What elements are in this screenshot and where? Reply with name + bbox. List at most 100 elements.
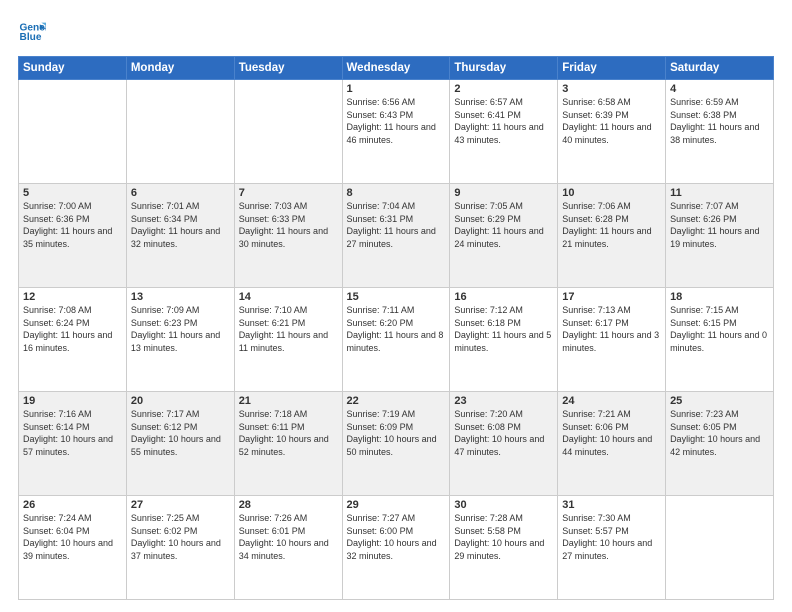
- day-info: Sunrise: 7:26 AM Sunset: 6:01 PM Dayligh…: [239, 512, 338, 562]
- svg-text:Blue: Blue: [20, 32, 42, 43]
- calendar-cell: 8Sunrise: 7:04 AM Sunset: 6:31 PM Daylig…: [342, 184, 450, 288]
- day-info: Sunrise: 7:15 AM Sunset: 6:15 PM Dayligh…: [670, 304, 769, 354]
- calendar-cell: 27Sunrise: 7:25 AM Sunset: 6:02 PM Dayli…: [126, 496, 234, 600]
- day-info: Sunrise: 7:25 AM Sunset: 6:02 PM Dayligh…: [131, 512, 230, 562]
- day-number: 5: [23, 187, 122, 199]
- calendar-cell: 21Sunrise: 7:18 AM Sunset: 6:11 PM Dayli…: [234, 392, 342, 496]
- day-info: Sunrise: 7:12 AM Sunset: 6:18 PM Dayligh…: [454, 304, 553, 354]
- calendar-cell: 25Sunrise: 7:23 AM Sunset: 6:05 PM Dayli…: [666, 392, 774, 496]
- day-number: 20: [131, 395, 230, 407]
- day-number: 10: [562, 187, 661, 199]
- day-number: 26: [23, 499, 122, 511]
- calendar-cell: 6Sunrise: 7:01 AM Sunset: 6:34 PM Daylig…: [126, 184, 234, 288]
- calendar-cell: 22Sunrise: 7:19 AM Sunset: 6:09 PM Dayli…: [342, 392, 450, 496]
- day-header-thursday: Thursday: [450, 57, 558, 80]
- day-info: Sunrise: 7:28 AM Sunset: 5:58 PM Dayligh…: [454, 512, 553, 562]
- day-info: Sunrise: 7:18 AM Sunset: 6:11 PM Dayligh…: [239, 408, 338, 458]
- day-number: 16: [454, 291, 553, 303]
- calendar-cell: 14Sunrise: 7:10 AM Sunset: 6:21 PM Dayli…: [234, 288, 342, 392]
- day-header-row: SundayMondayTuesdayWednesdayThursdayFrid…: [19, 57, 774, 80]
- day-header-monday: Monday: [126, 57, 234, 80]
- day-info: Sunrise: 7:23 AM Sunset: 6:05 PM Dayligh…: [670, 408, 769, 458]
- day-header-wednesday: Wednesday: [342, 57, 450, 80]
- day-number: 14: [239, 291, 338, 303]
- day-info: Sunrise: 7:13 AM Sunset: 6:17 PM Dayligh…: [562, 304, 661, 354]
- calendar-cell: 1Sunrise: 6:56 AM Sunset: 6:43 PM Daylig…: [342, 80, 450, 184]
- calendar-cell: 28Sunrise: 7:26 AM Sunset: 6:01 PM Dayli…: [234, 496, 342, 600]
- calendar-cell: 2Sunrise: 6:57 AM Sunset: 6:41 PM Daylig…: [450, 80, 558, 184]
- calendar-cell: 26Sunrise: 7:24 AM Sunset: 6:04 PM Dayli…: [19, 496, 127, 600]
- calendar-cell: 19Sunrise: 7:16 AM Sunset: 6:14 PM Dayli…: [19, 392, 127, 496]
- day-number: 27: [131, 499, 230, 511]
- calendar-cell: 4Sunrise: 6:59 AM Sunset: 6:38 PM Daylig…: [666, 80, 774, 184]
- day-number: 11: [670, 187, 769, 199]
- day-number: 28: [239, 499, 338, 511]
- day-info: Sunrise: 6:57 AM Sunset: 6:41 PM Dayligh…: [454, 96, 553, 146]
- day-number: 3: [562, 83, 661, 95]
- calendar-cell: 16Sunrise: 7:12 AM Sunset: 6:18 PM Dayli…: [450, 288, 558, 392]
- calendar-cell: 9Sunrise: 7:05 AM Sunset: 6:29 PM Daylig…: [450, 184, 558, 288]
- day-number: 7: [239, 187, 338, 199]
- day-number: 21: [239, 395, 338, 407]
- day-number: 17: [562, 291, 661, 303]
- logo-icon: General Blue: [18, 18, 46, 46]
- day-number: 1: [347, 83, 446, 95]
- day-number: 25: [670, 395, 769, 407]
- calendar-cell: 15Sunrise: 7:11 AM Sunset: 6:20 PM Dayli…: [342, 288, 450, 392]
- day-info: Sunrise: 7:10 AM Sunset: 6:21 PM Dayligh…: [239, 304, 338, 354]
- day-number: 13: [131, 291, 230, 303]
- day-header-saturday: Saturday: [666, 57, 774, 80]
- day-number: 29: [347, 499, 446, 511]
- day-number: 15: [347, 291, 446, 303]
- calendar-cell: 12Sunrise: 7:08 AM Sunset: 6:24 PM Dayli…: [19, 288, 127, 392]
- calendar-cell: 17Sunrise: 7:13 AM Sunset: 6:17 PM Dayli…: [558, 288, 666, 392]
- calendar-cell: 10Sunrise: 7:06 AM Sunset: 6:28 PM Dayli…: [558, 184, 666, 288]
- day-header-sunday: Sunday: [19, 57, 127, 80]
- day-info: Sunrise: 7:06 AM Sunset: 6:28 PM Dayligh…: [562, 200, 661, 250]
- day-info: Sunrise: 7:20 AM Sunset: 6:08 PM Dayligh…: [454, 408, 553, 458]
- day-number: 6: [131, 187, 230, 199]
- day-info: Sunrise: 7:21 AM Sunset: 6:06 PM Dayligh…: [562, 408, 661, 458]
- day-info: Sunrise: 7:27 AM Sunset: 6:00 PM Dayligh…: [347, 512, 446, 562]
- calendar-cell: [234, 80, 342, 184]
- day-info: Sunrise: 7:17 AM Sunset: 6:12 PM Dayligh…: [131, 408, 230, 458]
- week-row-3: 12Sunrise: 7:08 AM Sunset: 6:24 PM Dayli…: [19, 288, 774, 392]
- day-header-friday: Friday: [558, 57, 666, 80]
- day-info: Sunrise: 7:11 AM Sunset: 6:20 PM Dayligh…: [347, 304, 446, 354]
- day-info: Sunrise: 6:58 AM Sunset: 6:39 PM Dayligh…: [562, 96, 661, 146]
- day-info: Sunrise: 7:30 AM Sunset: 5:57 PM Dayligh…: [562, 512, 661, 562]
- day-number: 18: [670, 291, 769, 303]
- day-number: 22: [347, 395, 446, 407]
- calendar-cell: 11Sunrise: 7:07 AM Sunset: 6:26 PM Dayli…: [666, 184, 774, 288]
- day-number: 12: [23, 291, 122, 303]
- day-number: 30: [454, 499, 553, 511]
- day-info: Sunrise: 7:08 AM Sunset: 6:24 PM Dayligh…: [23, 304, 122, 354]
- calendar-cell: 13Sunrise: 7:09 AM Sunset: 6:23 PM Dayli…: [126, 288, 234, 392]
- week-row-5: 26Sunrise: 7:24 AM Sunset: 6:04 PM Dayli…: [19, 496, 774, 600]
- calendar-cell: 7Sunrise: 7:03 AM Sunset: 6:33 PM Daylig…: [234, 184, 342, 288]
- day-info: Sunrise: 7:07 AM Sunset: 6:26 PM Dayligh…: [670, 200, 769, 250]
- page: General Blue SundayMondayTuesdayWednesda…: [0, 0, 792, 612]
- week-row-4: 19Sunrise: 7:16 AM Sunset: 6:14 PM Dayli…: [19, 392, 774, 496]
- day-info: Sunrise: 7:00 AM Sunset: 6:36 PM Dayligh…: [23, 200, 122, 250]
- day-header-tuesday: Tuesday: [234, 57, 342, 80]
- day-number: 9: [454, 187, 553, 199]
- calendar-cell: 3Sunrise: 6:58 AM Sunset: 6:39 PM Daylig…: [558, 80, 666, 184]
- day-info: Sunrise: 6:56 AM Sunset: 6:43 PM Dayligh…: [347, 96, 446, 146]
- calendar-cell: [666, 496, 774, 600]
- calendar-cell: 31Sunrise: 7:30 AM Sunset: 5:57 PM Dayli…: [558, 496, 666, 600]
- day-info: Sunrise: 6:59 AM Sunset: 6:38 PM Dayligh…: [670, 96, 769, 146]
- day-number: 2: [454, 83, 553, 95]
- calendar-cell: 24Sunrise: 7:21 AM Sunset: 6:06 PM Dayli…: [558, 392, 666, 496]
- day-info: Sunrise: 7:01 AM Sunset: 6:34 PM Dayligh…: [131, 200, 230, 250]
- day-number: 4: [670, 83, 769, 95]
- week-row-1: 1Sunrise: 6:56 AM Sunset: 6:43 PM Daylig…: [19, 80, 774, 184]
- day-info: Sunrise: 7:09 AM Sunset: 6:23 PM Dayligh…: [131, 304, 230, 354]
- calendar-cell: [19, 80, 127, 184]
- day-number: 19: [23, 395, 122, 407]
- day-number: 8: [347, 187, 446, 199]
- day-number: 24: [562, 395, 661, 407]
- calendar-cell: 5Sunrise: 7:00 AM Sunset: 6:36 PM Daylig…: [19, 184, 127, 288]
- calendar-cell: 20Sunrise: 7:17 AM Sunset: 6:12 PM Dayli…: [126, 392, 234, 496]
- day-info: Sunrise: 7:04 AM Sunset: 6:31 PM Dayligh…: [347, 200, 446, 250]
